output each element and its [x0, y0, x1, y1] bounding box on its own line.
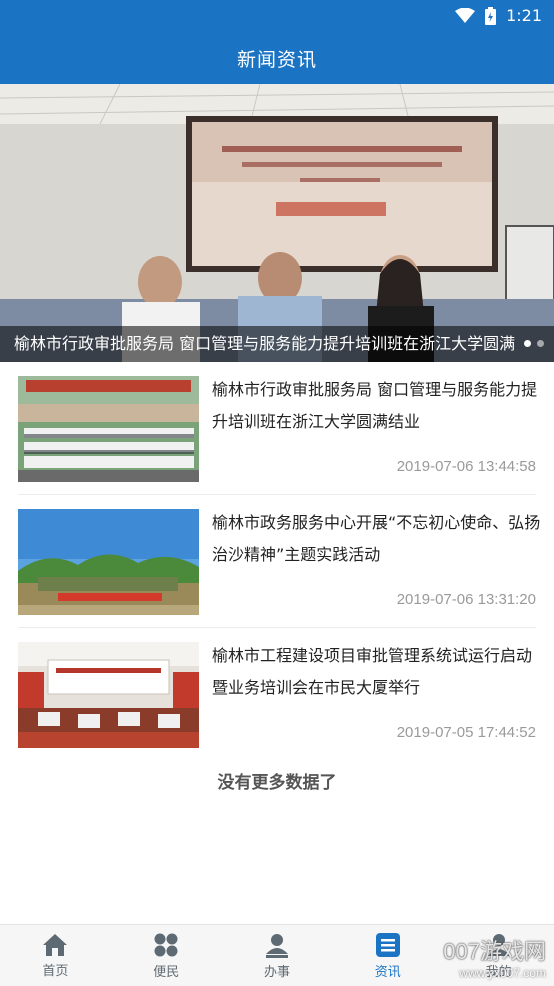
tab-label: 我的: [485, 964, 512, 980]
carousel-dot[interactable]: [537, 340, 544, 347]
news-thumbnail: [18, 509, 199, 615]
tab-profile[interactable]: 我的: [443, 925, 554, 986]
page-title: 新闻资讯: [236, 48, 317, 71]
carousel-dot[interactable]: [524, 340, 531, 347]
tab-label: 资讯: [374, 964, 401, 980]
app-bar: 新闻资讯: [0, 32, 554, 84]
news-list: 榆林市行政审批服务局 窗口管理与服务能力提升培训班在浙江大学圆满结业 2019-…: [0, 362, 554, 761]
tab-news[interactable]: 资讯: [332, 925, 443, 986]
news-item[interactable]: 榆林市工程建设项目审批管理系统试运行启动暨业务培训会在市民大厦举行 2019-0…: [18, 628, 536, 761]
no-more-data-text: 没有更多数据了: [217, 773, 337, 793]
carousel-indicator: [524, 340, 544, 347]
news-thumbnail: [18, 642, 199, 748]
user-icon: [264, 932, 290, 958]
news-title: 榆林市行政审批服务局 窗口管理与服务能力提升培训班在浙江大学圆满结业: [212, 380, 538, 431]
news-item[interactable]: 榆林市政务服务中心开展“不忘初心使命、弘扬治沙精神”主题实践活动 2019-07…: [18, 495, 540, 628]
news-title: 榆林市工程建设项目审批管理系统试运行启动暨业务培训会在市民大厦举行: [212, 646, 533, 697]
tab-label: 首页: [42, 963, 69, 979]
news-item[interactable]: 榆林市行政审批服务局 窗口管理与服务能力提升培训班在浙江大学圆满结业 2019-…: [18, 362, 537, 495]
tab-services[interactable]: 办事: [222, 925, 333, 986]
profile-icon: [486, 932, 512, 958]
tab-label: 便民: [153, 964, 180, 980]
bottom-tab-bar: 首页 便民 办事 资讯 我的: [0, 924, 554, 986]
banner-carousel[interactable]: 榆林市行政审批服务局 窗口管理与服务能力提升培训班在浙江大学圆满: [0, 84, 554, 362]
status-bar: 1:21: [0, 0, 554, 32]
tab-convenience[interactable]: 便民: [111, 925, 222, 986]
news-thumbnail: [18, 376, 199, 482]
battery-charging-icon: [485, 6, 497, 25]
grid-icon: [153, 932, 179, 958]
tab-label: 办事: [263, 964, 290, 980]
status-time: 1:21: [506, 6, 542, 25]
news-icon: [375, 932, 401, 958]
home-icon: [42, 933, 68, 957]
news-date: 2019-07-06 13:31:20: [396, 591, 536, 608]
banner-image: [0, 84, 554, 362]
banner-caption[interactable]: 榆林市行政审批服务局 窗口管理与服务能力提升培训班在浙江大学圆满: [0, 326, 554, 362]
news-title: 榆林市政务服务中心开展“不忘初心使命、弘扬治沙精神”主题实践活动: [212, 513, 541, 564]
news-date: 2019-07-05 17:44:52: [396, 724, 536, 741]
tab-home[interactable]: 首页: [0, 925, 111, 986]
news-date: 2019-07-06 13:44:58: [396, 458, 536, 475]
wifi-icon: [455, 7, 476, 24]
